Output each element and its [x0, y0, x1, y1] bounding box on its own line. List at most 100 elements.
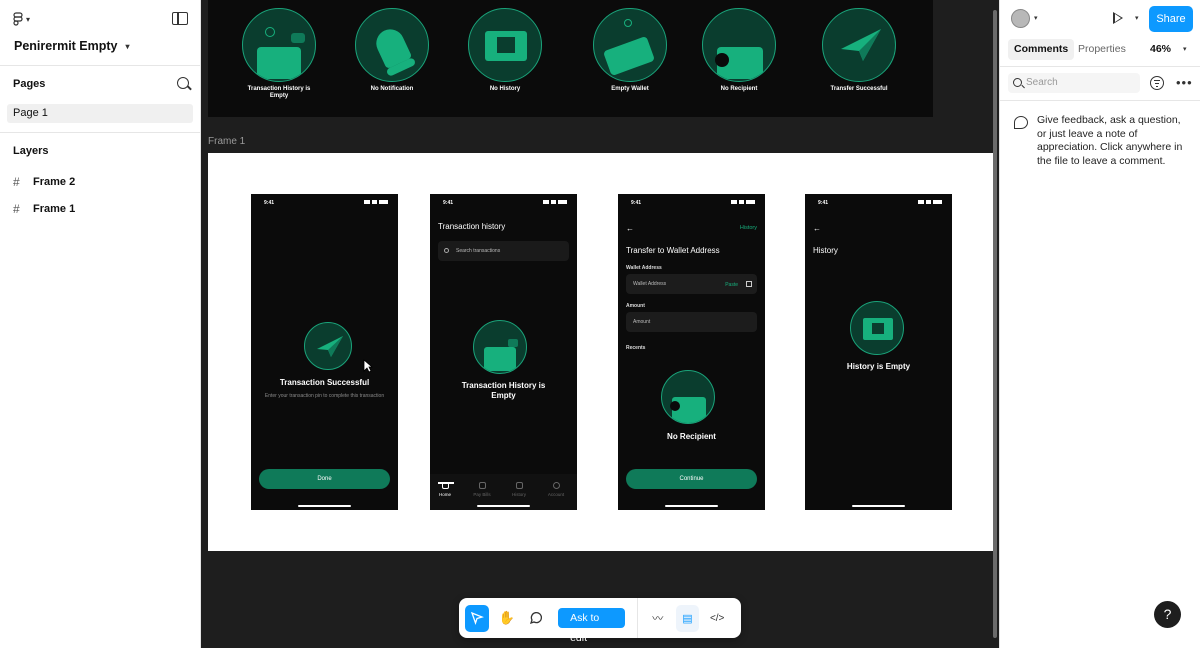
status-bar: 9:41: [618, 200, 765, 208]
back-arrow-icon[interactable]: ←: [626, 224, 634, 233]
illustration-label: Transfer Successful: [830, 86, 888, 92]
search-icon: [1013, 78, 1022, 87]
continue-button[interactable]: Continue: [626, 469, 757, 489]
project-name-button[interactable]: Penirermit Empty ▾: [14, 39, 130, 53]
status-time: 9:41: [631, 200, 642, 206]
project-name: Penirermit Empty: [14, 39, 118, 53]
design-mode-button[interactable]: ▤: [675, 604, 700, 632]
help-button[interactable]: ?: [1154, 601, 1181, 628]
status-indicators-icon: [914, 200, 942, 205]
comment-bubble-icon: [530, 611, 543, 625]
bottom-toolbar: ✋ Ask to edit 〰 ▤ </>: [459, 598, 741, 644]
phone-history-empty[interactable]: 9:41 ← History History is Empty: [805, 194, 952, 510]
scan-icon[interactable]: [746, 281, 752, 287]
tab-pay-bills[interactable]: Pay Bills: [467, 482, 497, 497]
no-recipient-icon: [702, 8, 776, 82]
success-subtitle: Enter your transaction pin to complete t…: [264, 393, 385, 399]
paper-plane-icon: [822, 8, 896, 82]
more-options-icon[interactable]: •••: [1176, 75, 1193, 90]
bell-icon: [355, 8, 429, 82]
layer-item-frame-2[interactable]: # Frame 2: [13, 175, 75, 189]
illustration-label: Empty Wallet: [611, 86, 649, 92]
tab-properties[interactable]: Properties: [1072, 39, 1132, 60]
chevron-down-icon[interactable]: ▾: [1135, 14, 1139, 22]
phone-transfer-wallet[interactable]: 9:41 ← History Transfer to Wallet Addres…: [618, 194, 765, 510]
back-arrow-icon[interactable]: ←: [813, 224, 821, 233]
wallet-address-label: Wallet Address: [626, 265, 662, 271]
illustration-no-notification: No Notification: [355, 8, 429, 93]
sidebar-toggle-icon[interactable]: [172, 12, 188, 25]
wallet-icon: [473, 320, 527, 374]
empty-box-icon: [468, 8, 542, 82]
main-menu-button[interactable]: ▾: [13, 11, 37, 27]
paste-button[interactable]: Paste: [725, 282, 738, 288]
bag-icon: [478, 482, 486, 489]
history-link[interactable]: History: [740, 225, 757, 231]
search-transactions-input[interactable]: Search transactions: [438, 241, 569, 261]
share-button[interactable]: Share: [1149, 6, 1193, 32]
comments-search-input[interactable]: Search: [1008, 73, 1140, 93]
phone-transaction-successful[interactable]: 9:41 Transaction Successful Enter your t…: [251, 194, 398, 510]
status-indicators-icon: [727, 200, 755, 205]
left-panel-header: ▾ Penirermit Empty ▾: [0, 0, 200, 66]
cursor-icon: [470, 611, 484, 625]
tab-label: Home: [438, 492, 451, 497]
canvas-scrollbar[interactable]: [993, 10, 997, 638]
tab-label: History: [511, 492, 526, 497]
layer-label: Frame 1: [33, 203, 76, 215]
status-time: 9:41: [264, 200, 275, 206]
zoom-level[interactable]: 46%: [1150, 43, 1171, 55]
illustration-transfer-successful: Transfer Successful: [822, 8, 896, 93]
chevron-down-icon: ▾: [125, 41, 130, 51]
tab-comments[interactable]: Comments: [1008, 39, 1075, 60]
empty-wallet-icon: [593, 8, 667, 82]
draw-tool-button[interactable]: 〰: [646, 605, 670, 632]
empty-box-icon: [850, 301, 904, 355]
layer-item-frame-1[interactable]: # Frame 1: [13, 202, 75, 216]
avatar[interactable]: [1011, 9, 1030, 28]
search-icon[interactable]: [177, 77, 189, 89]
tab-label: Account: [547, 492, 565, 497]
search-icon: [444, 248, 449, 253]
frame-2[interactable]: Transaction History is Empty No Notifica…: [208, 0, 933, 117]
done-button[interactable]: Done: [259, 469, 390, 489]
hand-icon: ✋: [498, 610, 515, 625]
tab-history[interactable]: History: [504, 482, 534, 497]
tab-home[interactable]: Home: [430, 482, 460, 497]
divider: [1000, 66, 1200, 67]
transfer-heading: Transfer to Wallet Address: [626, 246, 720, 255]
pen-scribble-icon: 〰: [652, 613, 664, 625]
comment-tool-button[interactable]: [524, 605, 548, 632]
dev-mode-button[interactable]: </>: [705, 605, 729, 632]
amount-input[interactable]: Amount: [626, 312, 757, 332]
comment-bubble-icon: [1014, 116, 1028, 129]
move-tool-button[interactable]: [465, 604, 489, 632]
illustration-history-empty: Transaction History is Empty: [242, 8, 316, 100]
figma-logo-icon: [13, 12, 23, 26]
status-indicators-icon: [360, 200, 388, 205]
divider: [0, 132, 200, 133]
active-tab-indicator: [438, 482, 454, 484]
home-indicator: [665, 505, 718, 507]
chevron-down-icon[interactable]: ▾: [1183, 45, 1187, 53]
status-time: 9:41: [818, 200, 829, 206]
present-play-icon[interactable]: [1113, 12, 1123, 24]
mouse-cursor-icon: [363, 359, 373, 373]
filter-icon[interactable]: [1150, 76, 1164, 90]
canvas[interactable]: Transaction History is Empty No Notifica…: [201, 0, 999, 648]
illustration-label: Transaction History is Empty: [247, 86, 311, 100]
hand-tool-button[interactable]: ✋: [495, 605, 519, 632]
home-indicator: [852, 505, 905, 507]
page-item-1[interactable]: Page 1: [7, 104, 193, 123]
status-time: 9:41: [443, 200, 454, 206]
amount-label: Amount: [626, 303, 645, 309]
phone-transaction-history[interactable]: 9:41 Transaction history Search transact…: [430, 194, 577, 510]
frame-icon: #: [13, 175, 20, 189]
ask-to-edit-button[interactable]: Ask to edit: [558, 608, 626, 644]
history-icon: [515, 482, 523, 489]
frame-1-label[interactable]: Frame 1: [208, 136, 245, 147]
home-indicator: [298, 505, 351, 507]
tab-account[interactable]: Account: [541, 482, 571, 497]
status-indicators-icon: [539, 200, 567, 205]
chevron-down-icon[interactable]: ▾: [1034, 14, 1038, 22]
